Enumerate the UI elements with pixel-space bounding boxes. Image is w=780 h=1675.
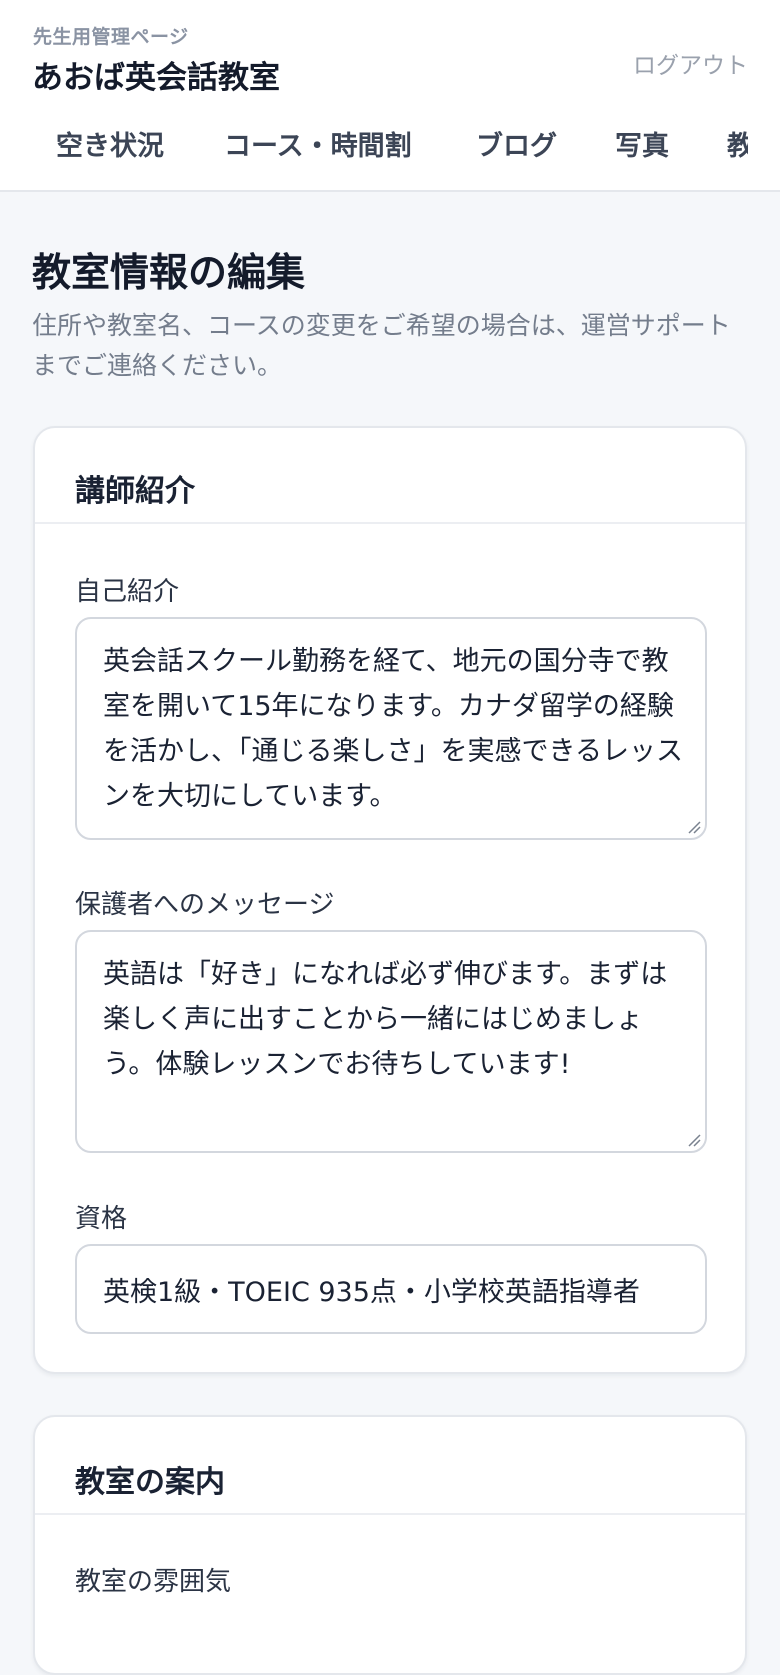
nav-item-photos[interactable]: 写真 — [615, 124, 669, 163]
school-name: あおば英会話教室 — [32, 60, 280, 96]
card-title: 講師紹介 — [75, 474, 195, 509]
main-nav: 空き状況 コース・時間割 ブログ 写真 教 — [0, 112, 748, 172]
parent-message-textarea[interactable]: 英語は「好き」になれば必ず伸びます。まずは楽しく声に出すことから一緒にはじめまし… — [75, 930, 707, 1153]
instructor-card: 講師紹介 自己紹介 英会話スクール勤務を経て、地元の国分寺で教室を開いて15年に… — [33, 426, 747, 1374]
parent-message-label: 保護者へのメッセージ — [75, 890, 335, 920]
nav-item-blog[interactable]: ブログ — [476, 124, 557, 163]
classroom-card: 教室の案内 教室の雰囲気 — [33, 1415, 747, 1675]
self-intro-text: 英会話スクール勤務を経て、地元の国分寺で教室を開いて15年になります。カナダ留学… — [103, 646, 683, 812]
app-header: 先生用管理ページ あおば英会話教室 ログアウト 空き状況 コース・時間割 ブログ… — [0, 0, 780, 192]
page-title: 教室情報の編集 — [32, 251, 306, 296]
resize-handle-icon[interactable] — [687, 820, 701, 834]
nav-item-availability[interactable]: 空き状況 — [56, 124, 164, 163]
self-intro-textarea[interactable]: 英会話スクール勤務を経て、地元の国分寺で教室を開いて15年になります。カナダ留学… — [75, 617, 707, 840]
qualifications-input[interactable]: 英検1級・TOEIC 935点・小学校英語指導者 — [75, 1244, 707, 1334]
header-subtitle: 先生用管理ページ — [33, 26, 189, 48]
nav-item-courses-schedule[interactable]: コース・時間割 — [224, 124, 412, 163]
nav-item-classroom[interactable]: 教 — [727, 124, 748, 163]
page-description: 住所や教室名、コースの変更をご希望の場合は、運営サポートまでご連絡ください。 — [32, 311, 731, 380]
qualifications-value: 英検1級・TOEIC 935点・小学校英語指導者 — [103, 1277, 640, 1308]
parent-message-text: 英語は「好き」になれば必ず伸びます。まずは楽しく声に出すことから一緒にはじめまし… — [103, 959, 668, 1080]
self-intro-label: 自己紹介 — [75, 577, 180, 607]
resize-handle-icon[interactable] — [687, 1133, 701, 1147]
card-title: 教室の案内 — [75, 1465, 225, 1500]
logout-button[interactable]: ログアウト — [633, 46, 748, 80]
atmosphere-label: 教室の雰囲気 — [75, 1567, 232, 1597]
card-header: 講師紹介 — [35, 428, 745, 524]
qualifications-label: 資格 — [75, 1204, 128, 1234]
card-header: 教室の案内 — [35, 1417, 745, 1515]
